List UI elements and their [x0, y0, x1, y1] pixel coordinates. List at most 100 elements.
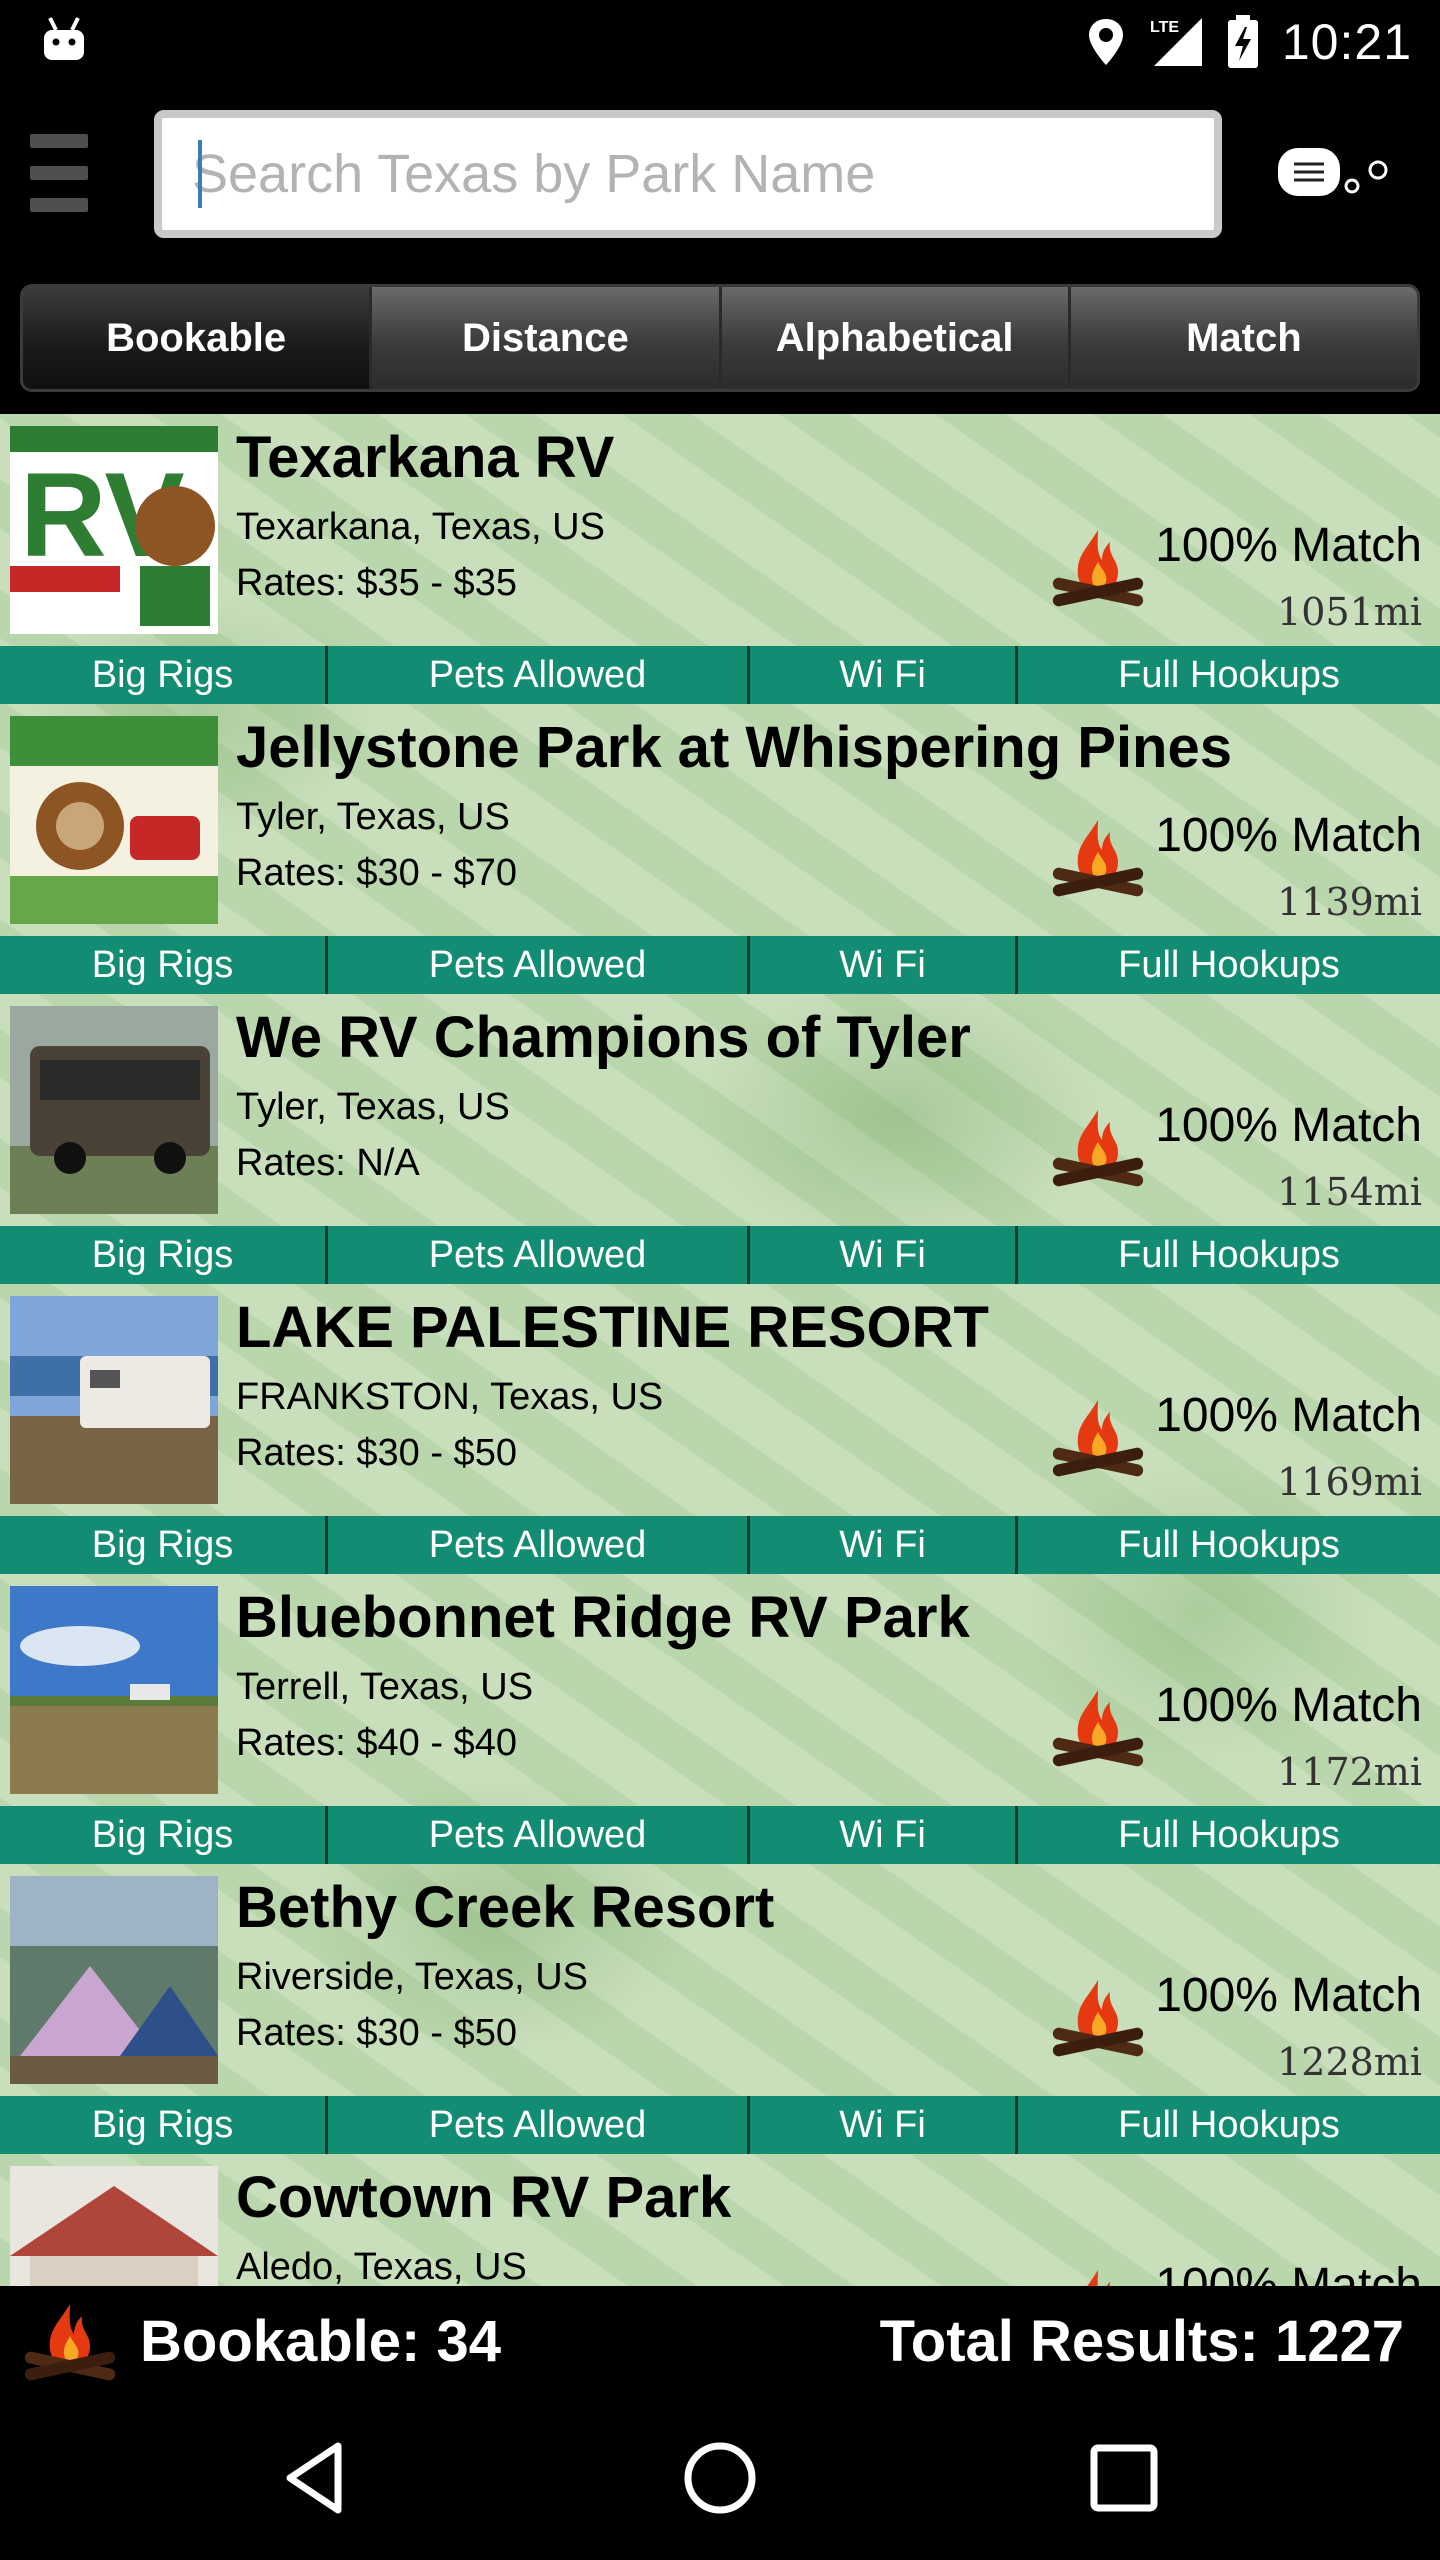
park-list-item[interactable]: Bluebonnet Ridge RV Park Terrell, Texas,… [0, 1574, 1440, 1864]
amenity-pets-allowed: Pets Allowed [328, 646, 750, 704]
park-location: Tyler, Texas, US [236, 796, 510, 838]
amenity-pets-allowed: Pets Allowed [328, 2096, 750, 2154]
tab-distance[interactable]: Distance [372, 287, 722, 389]
text-cursor [198, 140, 202, 208]
park-thumbnail [10, 1876, 218, 2084]
amenity-pets-allowed: Pets Allowed [328, 1226, 750, 1284]
park-name: LAKE PALESTINE RESORT [236, 1295, 989, 1360]
park-distance: 1154mi [1277, 1170, 1422, 1214]
park-location: Tyler, Texas, US [236, 1086, 510, 1128]
tab-match[interactable]: Match [1071, 287, 1417, 389]
filter-chat-icon[interactable] [1276, 144, 1396, 204]
park-list-item[interactable]: Cowtown RV Park Aledo, Texas, US 100% Ma… [0, 2154, 1440, 2286]
park-list-item[interactable]: LAKE PALESTINE RESORT FRANKSTON, Texas, … [0, 1284, 1440, 1574]
campfire-icon [1052, 1400, 1144, 1477]
park-location: FRANKSTON, Texas, US [236, 1376, 664, 1418]
amenity-full-hookups: Full Hookups [1118, 943, 1340, 986]
tab-bookable[interactable]: Bookable [23, 287, 373, 389]
amenity-full-hookups: Full Hookups [1118, 2103, 1340, 2146]
park-list-item[interactable]: Jellystone Park at Whispering Pines Tyle… [0, 704, 1440, 994]
amenity-full-hookups: Full Hookups [1118, 653, 1340, 696]
amenity-wi-fi: Wi Fi [750, 936, 1018, 994]
svg-text:LTE: LTE [1150, 19, 1179, 36]
park-list-item[interactable]: RV Texarkana RV Texarkana, Texas, US Rat… [0, 414, 1440, 704]
park-location: Terrell, Texas, US [236, 1666, 534, 1708]
park-thumbnail [10, 2166, 218, 2286]
back-icon[interactable] [276, 2436, 360, 2520]
park-distance: 1228mi [1277, 2040, 1422, 2084]
amenity-wi-fi: Wi Fi [750, 646, 1018, 704]
campfire-icon [1052, 1690, 1144, 1767]
park-name: Cowtown RV Park [236, 2165, 732, 2230]
menu-icon[interactable] [30, 134, 88, 216]
park-distance: 1172mi [1277, 1750, 1422, 1794]
amenities-bar: Big Rigs Pets Allowed Wi Fi Full Hookups [0, 646, 1440, 704]
app-header [0, 84, 1440, 270]
park-list-item[interactable]: Bethy Creek Resort Riverside, Texas, US … [0, 1864, 1440, 2154]
match-percent: 100% Match [1155, 2259, 1422, 2286]
amenity-pets-allowed: Pets Allowed [328, 1806, 750, 1864]
amenity-big-rigs: Big Rigs [0, 1516, 328, 1574]
battery-charging-icon [1227, 15, 1258, 68]
amenity-big-rigs: Big Rigs [0, 2096, 328, 2154]
bookable-count: Bookable: 34 [140, 2309, 501, 2374]
tab-alphabetical[interactable]: Alphabetical [722, 287, 1071, 389]
park-rates: Rates: $35 - $35 [236, 562, 517, 604]
total-results: Total Results: 1227 [879, 2309, 1404, 2374]
clock: 10:21 [1281, 14, 1412, 70]
park-name: Texarkana RV [236, 425, 615, 490]
amenities-bar: Big Rigs Pets Allowed Wi Fi Full Hookups [0, 936, 1440, 994]
amenity-big-rigs: Big Rigs [0, 1226, 328, 1284]
signal-icon: LTE [1150, 18, 1202, 66]
campfire-icon [1052, 1110, 1144, 1187]
match-percent: 100% Match [1155, 1099, 1422, 1152]
amenity-full-hookups: Full Hookups [1118, 1233, 1340, 1276]
park-name: Bluebonnet Ridge RV Park [236, 1585, 970, 1650]
campfire-icon [24, 2304, 116, 2381]
park-rates: Rates: $30 - $70 [236, 852, 517, 894]
amenity-big-rigs: Big Rigs [0, 1806, 328, 1864]
amenity-big-rigs: Big Rigs [0, 936, 328, 994]
status-bar: LTE 10:21 [0, 0, 1440, 84]
android-icon [44, 17, 84, 60]
home-icon[interactable] [678, 2436, 762, 2520]
amenity-pets-allowed: Pets Allowed [328, 936, 750, 994]
park-list-item[interactable]: We RV Champions of Tyler Tyler, Texas, U… [0, 994, 1440, 1284]
park-rates: Rates: $30 - $50 [236, 1432, 517, 1474]
amenities-bar: Big Rigs Pets Allowed Wi Fi Full Hookups [0, 1806, 1440, 1864]
park-list[interactable]: RV Texarkana RV Texarkana, Texas, US Rat… [0, 414, 1440, 2286]
campfire-icon [1052, 530, 1144, 607]
sort-tabs: Bookable Distance Alphabetical Match [20, 284, 1420, 392]
park-thumbnail [10, 1586, 218, 1794]
park-name: We RV Champions of Tyler [236, 1005, 971, 1070]
park-thumbnail: RV [10, 426, 218, 634]
park-thumbnail [10, 1006, 218, 1214]
amenity-wi-fi: Wi Fi [750, 1806, 1018, 1864]
amenity-wi-fi: Wi Fi [750, 1516, 1018, 1574]
amenities-bar: Big Rigs Pets Allowed Wi Fi Full Hookups [0, 1516, 1440, 1574]
park-name: Bethy Creek Resort [236, 1875, 775, 1940]
park-location: Aledo, Texas, US [236, 2246, 527, 2286]
park-thumbnail [10, 1296, 218, 1504]
campfire-icon [1052, 1980, 1144, 2057]
park-rates: Rates: $30 - $50 [236, 2012, 517, 2054]
park-thumbnail [10, 716, 218, 924]
park-location: Texarkana, Texas, US [236, 506, 605, 548]
match-percent: 100% Match [1155, 519, 1422, 572]
search-box[interactable] [154, 110, 1222, 238]
amenity-full-hookups: Full Hookups [1118, 1523, 1340, 1566]
search-input[interactable] [162, 118, 1214, 230]
park-distance: 1139mi [1277, 880, 1422, 924]
park-rates: Rates: N/A [236, 1142, 420, 1184]
campfire-icon [1087, 2270, 1110, 2286]
amenity-full-hookups: Full Hookups [1118, 1813, 1340, 1856]
park-distance: 1169mi [1277, 1460, 1422, 1504]
park-location: Riverside, Texas, US [236, 1956, 588, 1998]
amenity-wi-fi: Wi Fi [750, 1226, 1018, 1284]
park-rates: Rates: $40 - $40 [236, 1722, 517, 1764]
recents-icon[interactable] [1082, 2436, 1166, 2520]
campfire-icon [1052, 820, 1144, 897]
system-nav-bar [0, 2396, 1440, 2560]
amenity-pets-allowed: Pets Allowed [328, 1516, 750, 1574]
amenities-bar: Big Rigs Pets Allowed Wi Fi Full Hookups [0, 2096, 1440, 2154]
